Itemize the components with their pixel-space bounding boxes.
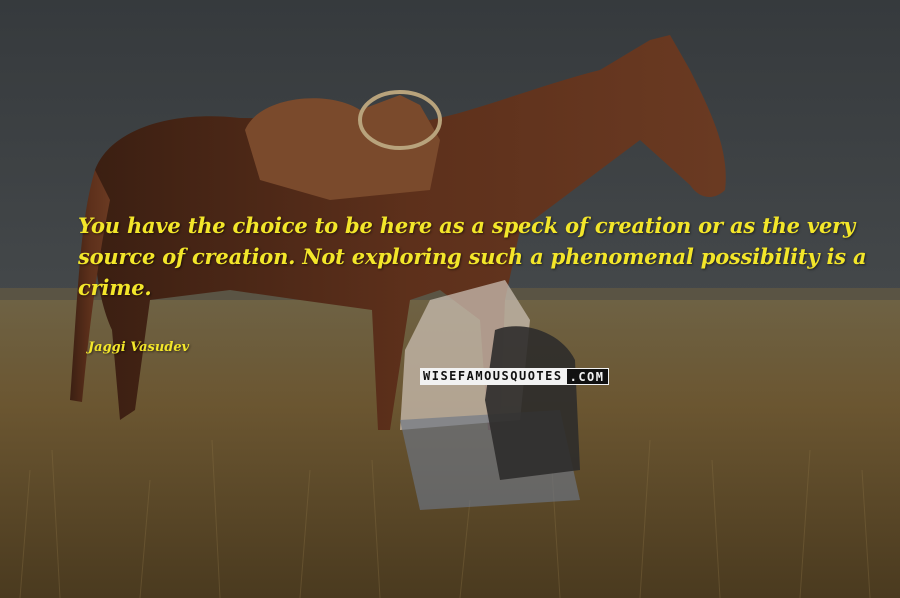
quote-line: crime. [78,275,152,300]
watermark-tld: .COM [565,368,609,385]
watermark-logo: WISEFAMOUSQUOTES .COM [420,368,609,385]
quote-line: source of creation. Not exploring such a… [78,244,867,269]
quote-image: You have the choice to be here as a spec… [0,0,900,598]
saddle [245,90,442,200]
quote-author: Jaggi Vasudev [88,340,190,355]
watermark-main: WISEFAMOUSQUOTES [420,368,566,385]
quote-line: You have the choice to be here as a spec… [78,213,855,238]
quote-text: You have the choice to be here as a spec… [78,210,878,303]
